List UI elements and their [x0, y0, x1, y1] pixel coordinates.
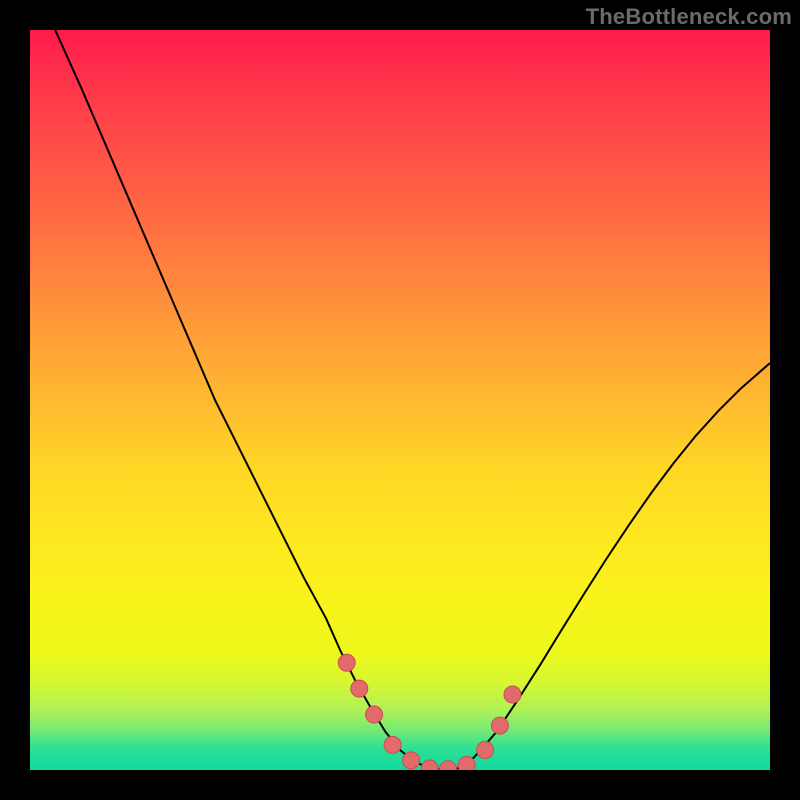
chart-frame: TheBottleneck.com [0, 0, 800, 800]
curve-marker [421, 760, 438, 770]
curve-marker [351, 680, 368, 697]
curve-marker [440, 761, 457, 770]
curve-marker [366, 706, 383, 723]
curve-marker [504, 686, 521, 703]
curve-marker [458, 756, 475, 770]
bottleneck-curve [30, 30, 770, 770]
curve-marker [403, 752, 420, 769]
curve-marker [491, 717, 508, 734]
curve-markers [338, 654, 521, 770]
curve-marker [477, 742, 494, 759]
plot-area [30, 30, 770, 770]
watermark-label: TheBottleneck.com [586, 4, 792, 30]
curve-marker [384, 736, 401, 753]
chart-svg [30, 30, 770, 770]
curve-marker [338, 654, 355, 671]
